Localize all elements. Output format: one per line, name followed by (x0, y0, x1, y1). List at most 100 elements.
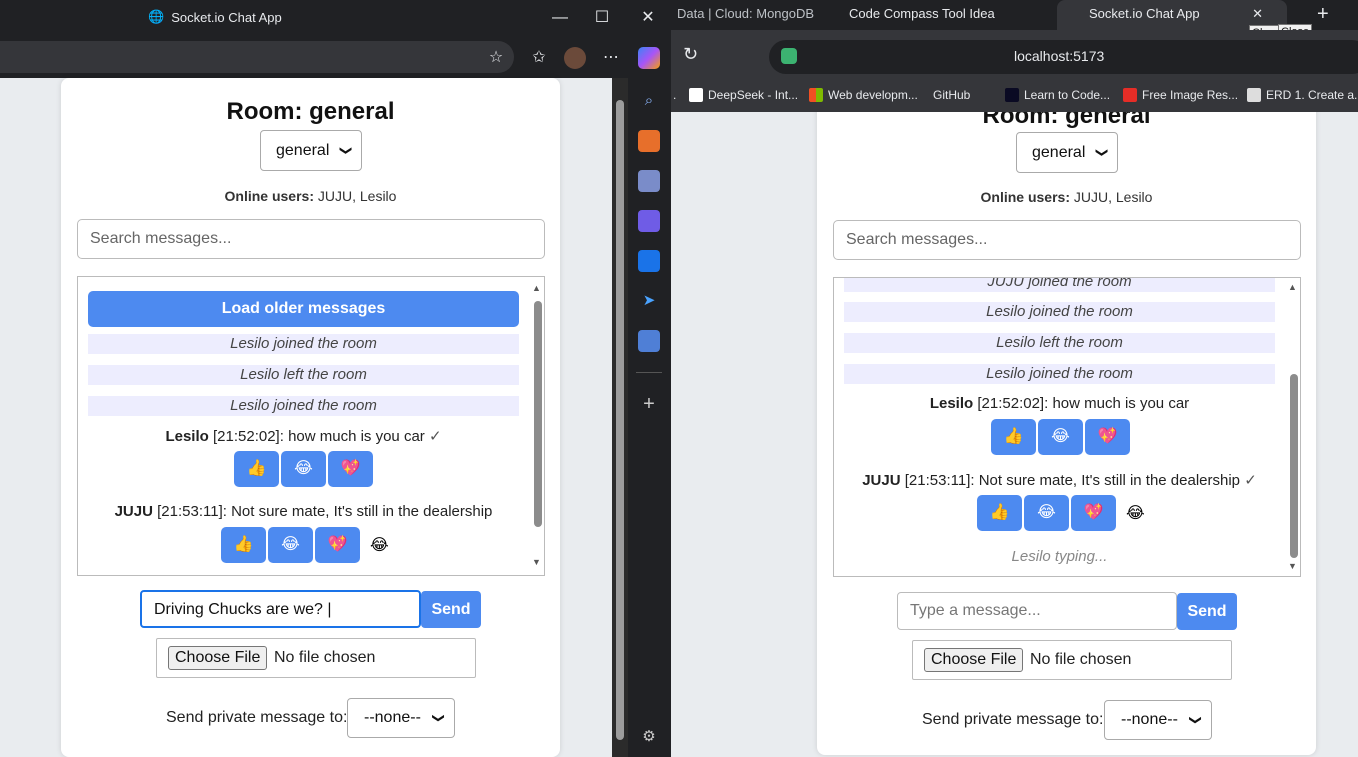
chat-message: Lesilo [21:52:02]: how much is you car (929, 395, 1190, 412)
laugh-react-button[interactable]: 😂 (1024, 495, 1069, 531)
scroll-thumb[interactable] (616, 100, 624, 740)
scroll-thumb[interactable] (534, 301, 542, 527)
search-icon[interactable]: ⌕ (638, 90, 660, 112)
reaction-count: 😂 (370, 537, 389, 554)
send-button[interactable]: Send (421, 591, 481, 628)
choose-file-button[interactable]: Choose File (168, 646, 268, 670)
thumbs-up-react-button[interactable]: 👍 (991, 419, 1036, 455)
bookmark-free-image[interactable]: Free Image Res... (1123, 88, 1238, 102)
heart-react-button[interactable]: 💖 (315, 527, 360, 563)
heart-react-button[interactable]: 💖 (1085, 419, 1130, 455)
heart-react-button[interactable]: 💖 (328, 451, 373, 487)
outlook-icon[interactable] (638, 250, 660, 272)
bookmark-learn[interactable]: Learn to Code... (1005, 88, 1110, 102)
system-message: Lesilo joined the room (844, 302, 1275, 322)
read-check-icon: ✓ (428, 428, 442, 445)
reaction-bar: 👍 😂 💖 (234, 451, 373, 487)
pm-label: Send private message to: (922, 711, 1104, 728)
system-message: Lesilo joined the room (88, 334, 519, 354)
microsoft-icon (809, 88, 823, 102)
avatar[interactable] (564, 47, 586, 69)
page-scrollbar[interactable] (612, 78, 628, 757)
close-window-button[interactable]: ✕ (636, 8, 660, 28)
chevron-down-icon: ❯ (1188, 714, 1203, 726)
message-input[interactable]: Driving Chucks are we? | (140, 590, 421, 628)
message-list[interactable]: Load older messages Lesilo joined the ro… (77, 276, 545, 576)
globe-icon: 🌐 (148, 9, 165, 24)
url-text: localhost:5173 (1014, 48, 1105, 64)
heart-react-button[interactable]: 💖 (1071, 495, 1116, 531)
laugh-react-button[interactable]: 😂 (268, 527, 313, 563)
left-address-bar[interactable] (0, 41, 514, 73)
reload-icon[interactable]: ↻ (683, 44, 698, 65)
tab-mongodb[interactable]: Data | Cloud: MongoDB C (667, 0, 817, 30)
scroll-down-icon[interactable]: ▼ (1288, 561, 1297, 571)
system-message: Lesilo joined the room (88, 396, 519, 416)
send-button[interactable]: Send (1177, 593, 1237, 630)
search-input[interactable]: Search messages... (833, 220, 1301, 260)
bookmark-fragment[interactable]: . (673, 88, 676, 102)
gear-icon[interactable]: ⚙ (638, 726, 660, 748)
laugh-react-button[interactable]: 😂 (281, 451, 326, 487)
laugh-react-button[interactable]: 😂 (1038, 419, 1083, 455)
system-message: Lesilo left the room (88, 365, 519, 385)
scroll-down-icon[interactable]: ▼ (532, 557, 541, 567)
bookmark-deepseek[interactable]: DeepSeek - Int... (689, 88, 798, 102)
thumbs-up-react-button[interactable]: 👍 (977, 495, 1022, 531)
scroll-up-icon[interactable]: ▲ (1288, 282, 1297, 292)
scroll-up-icon[interactable]: ▲ (532, 283, 541, 293)
star-icon[interactable]: ☆ (485, 47, 507, 69)
add-icon[interactable]: + (638, 393, 660, 415)
address-bar[interactable]: localhost:5173 (769, 40, 1358, 74)
tab-strip: Data | Cloud: MongoDB C Code Compass Too… (671, 0, 1358, 41)
bookmark-github[interactable]: GitHub (933, 88, 970, 102)
copilot-icon[interactable] (638, 47, 660, 69)
bookmark-webdev[interactable]: Web developm... (809, 88, 918, 102)
message-scrollbar[interactable]: ▲ ▼ (530, 277, 544, 575)
bookmark-icon (1005, 88, 1019, 102)
copilot-app-icon[interactable] (638, 210, 660, 232)
edge-sidebar: ⌕ ➤ + ⚙ (628, 78, 671, 757)
chevron-down-icon: ❯ (1095, 147, 1110, 158)
more-menu-icon[interactable]: ⋯ (600, 47, 622, 69)
bookmarks-bar: . DeepSeek - Int... Web developm... GitH… (671, 78, 1358, 112)
choose-file-button[interactable]: Choose File (924, 648, 1024, 672)
message-scrollbar[interactable]: ▲ ▼ (1286, 278, 1300, 576)
scroll-thumb[interactable] (1290, 374, 1298, 558)
left-title-bar: 🌐 Socket.io Chat App — ☐ ✕ (0, 0, 671, 37)
room-select[interactable]: general ❯ (260, 130, 362, 171)
left-page-viewport: Room: general general ❯ Online users: JUJ… (0, 78, 612, 757)
minimize-button[interactable]: — (548, 8, 572, 28)
send-icon[interactable]: ➤ (638, 290, 660, 312)
thumbs-up-react-button[interactable]: 👍 (234, 451, 279, 487)
toolbar: ↻ localhost:5173 (671, 30, 1358, 78)
right-page-viewport: Room: general general ❯ Online users: JUJ… (671, 112, 1358, 757)
chat-card-right: Room: general general ❯ Online users: JUJ… (817, 112, 1316, 755)
message-input[interactable]: Type a message... (897, 592, 1177, 630)
bookmark-icon (1247, 88, 1261, 102)
maximize-button[interactable]: ☐ (590, 8, 614, 28)
tab-code-compass[interactable]: Code Compass Tool Idea (829, 0, 1049, 30)
games-icon[interactable] (638, 170, 660, 192)
favorites-icon[interactable]: ✩ (528, 47, 550, 69)
room-select[interactable]: general ❯ (1016, 132, 1118, 173)
reaction-bar: 👍 😂 💖 (991, 419, 1130, 455)
load-older-button[interactable]: Load older messages (88, 291, 519, 327)
file-status: No file chosen (1030, 651, 1132, 668)
bookmark-erd[interactable]: ERD 1. Create a... (1247, 88, 1358, 102)
pm-recipient-select[interactable]: --none-- ❯ (347, 698, 455, 738)
online-users: Online users: JUJU, Lesilo (980, 189, 1153, 205)
typing-indicator: Lesilo typing... (1011, 548, 1108, 565)
adobe-icon (1123, 88, 1137, 102)
file-picker: Choose File No file chosen (912, 640, 1232, 680)
chat-message: JUJU [21:53:11]: Not sure mate, It's sti… (862, 472, 1257, 489)
thumbs-up-react-button[interactable]: 👍 (221, 527, 266, 563)
chevron-down-icon: ❯ (339, 145, 354, 156)
right-browser-window: Data | Cloud: MongoDB C Code Compass Too… (671, 0, 1358, 757)
shopping-tag-icon[interactable] (638, 330, 660, 352)
message-list[interactable]: JUJU joined the room Lesilo joined the r… (833, 277, 1301, 577)
close-tab-icon[interactable]: ✕ (1252, 0, 1263, 28)
pm-recipient-select[interactable]: --none-- ❯ (1104, 700, 1212, 740)
tools-icon[interactable] (638, 130, 660, 152)
search-input[interactable]: Search messages... (77, 219, 545, 259)
